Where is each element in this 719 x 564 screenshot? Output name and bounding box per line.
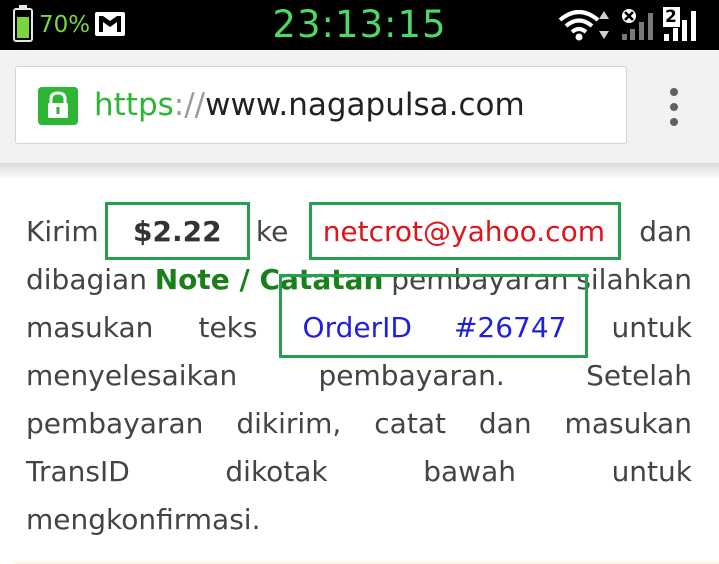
instruction-word: mengkonfirmasi. (26, 503, 261, 536)
instruction-word: TransID (26, 455, 130, 488)
signal-sim1-icon (622, 9, 653, 40)
instruction-line-4: menyelesaikan pembayaran. Setelah (26, 352, 692, 400)
instruction-line-6: TransID dikotak bawah untuk (26, 448, 692, 496)
instruction-word: dan (478, 407, 532, 440)
instruction-word: pembayaran. (318, 359, 505, 392)
order-id-box: OrderID #26747 (278, 274, 589, 358)
instruction-word: Setelah (586, 359, 692, 392)
status-bar: 70% 23:13:15 2 (0, 0, 719, 50)
url-separator: :// (173, 87, 206, 123)
instruction-word: masukan (564, 407, 692, 440)
amount-box: $2.22 (105, 202, 250, 260)
instruction-word: bawah (423, 455, 516, 488)
data-arrows-icon (599, 11, 609, 39)
browser-toolbar: https://www.nagapulsa.com (0, 50, 719, 164)
instruction-word: catat (374, 407, 446, 440)
toolbar-shadow (0, 164, 719, 180)
instruction-word: dibagian (26, 263, 147, 296)
instruction-word: ke (255, 215, 289, 248)
instruction-line-7: mengkonfirmasi. (26, 496, 692, 544)
instruction-line-5: pembayaran dikirim, catat dan masukan (26, 400, 692, 448)
sim2-label: 2 (665, 7, 677, 27)
instruction-word: dikirim, (236, 407, 342, 440)
signal-sim2-icon: 2 (662, 6, 702, 42)
instruction-word: dikotak (225, 455, 328, 488)
url-host: www.nagapulsa.com (205, 87, 525, 123)
lock-icon[interactable] (38, 87, 78, 125)
instruction-line-1: Kirim $2.22 ke netcrot@yahoo.com dan (26, 202, 692, 260)
payment-instructions: Kirim $2.22 ke netcrot@yahoo.com dan dib… (26, 202, 692, 544)
url-bar[interactable]: https://www.nagapulsa.com (15, 66, 627, 144)
wifi-icon (558, 10, 600, 41)
status-clock: 23:13:15 (272, 3, 447, 46)
instruction-word: pembayaran (26, 407, 204, 440)
instruction-word: menyelesaikan (26, 359, 238, 392)
url-text[interactable]: https://www.nagapulsa.com (94, 85, 525, 125)
instruction-word: untuk (611, 311, 692, 344)
instruction-word: silahkan (576, 263, 692, 296)
order-highlight-frame (278, 274, 589, 358)
instruction-word: Kirim (26, 215, 99, 248)
instruction-line-3: masukan teks OrderID #26747 untuk (26, 274, 692, 358)
instruction-word: untuk (611, 455, 692, 488)
instruction-word: teks (198, 311, 258, 344)
email-box: netcrot@yahoo.com (308, 202, 621, 260)
email-highlight-frame (308, 202, 621, 260)
instruction-word: masukan (26, 311, 154, 344)
amount-highlight-frame (105, 202, 250, 260)
instruction-word: dan (639, 215, 692, 248)
url-scheme: https (94, 87, 174, 123)
overflow-menu-icon[interactable] (660, 84, 688, 130)
